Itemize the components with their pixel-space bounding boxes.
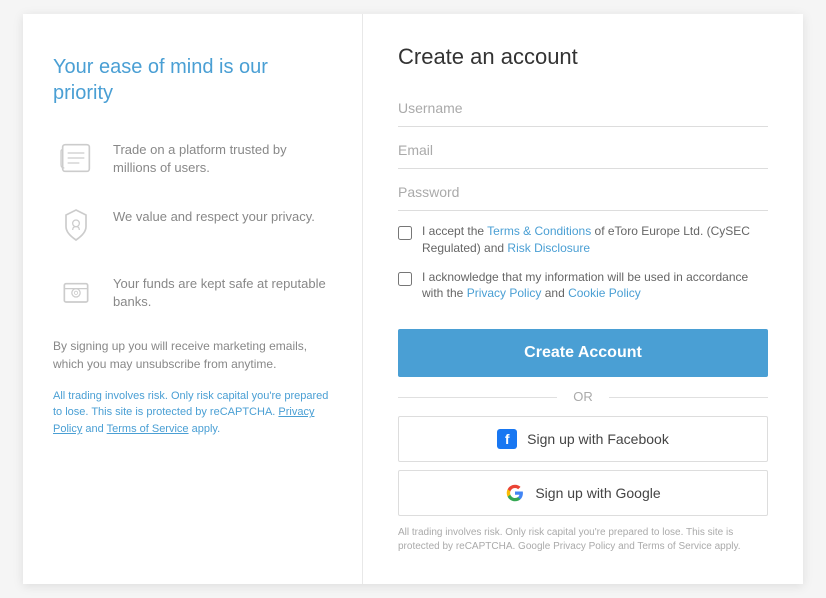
form-heading: Create an account <box>398 44 768 70</box>
google-icon <box>505 483 525 503</box>
privacy-policy-link[interactable]: Privacy Policy <box>467 286 542 300</box>
privacy-checkbox-group: I acknowledge that my information will b… <box>398 269 768 303</box>
or-divider: OR <box>398 389 768 404</box>
risk-disclosure-link[interactable]: Risk Disclosure <box>507 241 590 255</box>
privacy-checkbox[interactable] <box>398 272 412 286</box>
terms-label: I accept the Terms & Conditions of eToro… <box>422 223 768 257</box>
feature-platform: Trade on a platform trusted by millions … <box>53 136 332 181</box>
left-heading: Your ease of mind is our priority <box>53 54 332 106</box>
password-input[interactable] <box>398 174 768 211</box>
funds-icon <box>53 270 98 315</box>
username-group <box>398 90 768 127</box>
terms-checkbox-group: I accept the Terms & Conditions of eToro… <box>398 223 768 257</box>
right-panel: Create an account I accept the Terms & C… <box>363 14 803 584</box>
cookie-policy-link[interactable]: Cookie Policy <box>568 286 641 300</box>
facebook-btn-label: Sign up with Facebook <box>527 431 669 447</box>
risk-apply: apply. <box>192 423 221 435</box>
privacy-label: I acknowledge that my information will b… <box>422 269 768 303</box>
feature-funds-text: Your funds are kept safe at reputable ba… <box>113 270 332 311</box>
feature-platform-text: Trade on a platform trusted by millions … <box>113 136 332 177</box>
email-group <box>398 132 768 169</box>
feature-privacy: We value and respect your privacy. <box>53 203 332 248</box>
terms-conditions-link[interactable]: Terms & Conditions <box>487 224 591 238</box>
facebook-signup-button[interactable]: f Sign up with Facebook <box>398 416 768 462</box>
create-account-button[interactable]: Create Account <box>398 329 768 377</box>
feature-privacy-text: We value and respect your privacy. <box>113 203 315 226</box>
risk-text: All trading involves risk. Only risk cap… <box>53 388 332 438</box>
bottom-risk-text: All trading involves risk. Only risk cap… <box>398 526 768 554</box>
email-input[interactable] <box>398 132 768 169</box>
risk-recaptcha: This site is protected by reCAPTCHA. <box>91 406 275 418</box>
terms-checkbox[interactable] <box>398 226 412 240</box>
risk-tos-link[interactable]: Terms of Service <box>107 423 189 435</box>
feature-funds: Your funds are kept safe at reputable ba… <box>53 270 332 315</box>
privacy-icon <box>53 203 98 248</box>
google-signup-button[interactable]: Sign up with Google <box>398 470 768 516</box>
google-btn-label: Sign up with Google <box>535 485 660 501</box>
left-panel: Your ease of mind is our priority Trade … <box>23 14 363 584</box>
password-group <box>398 174 768 211</box>
platform-icon <box>53 136 98 181</box>
facebook-icon: f <box>497 429 517 449</box>
username-input[interactable] <box>398 90 768 127</box>
risk-and: and <box>85 423 103 435</box>
marketing-text: By signing up you will receive marketing… <box>53 337 332 373</box>
